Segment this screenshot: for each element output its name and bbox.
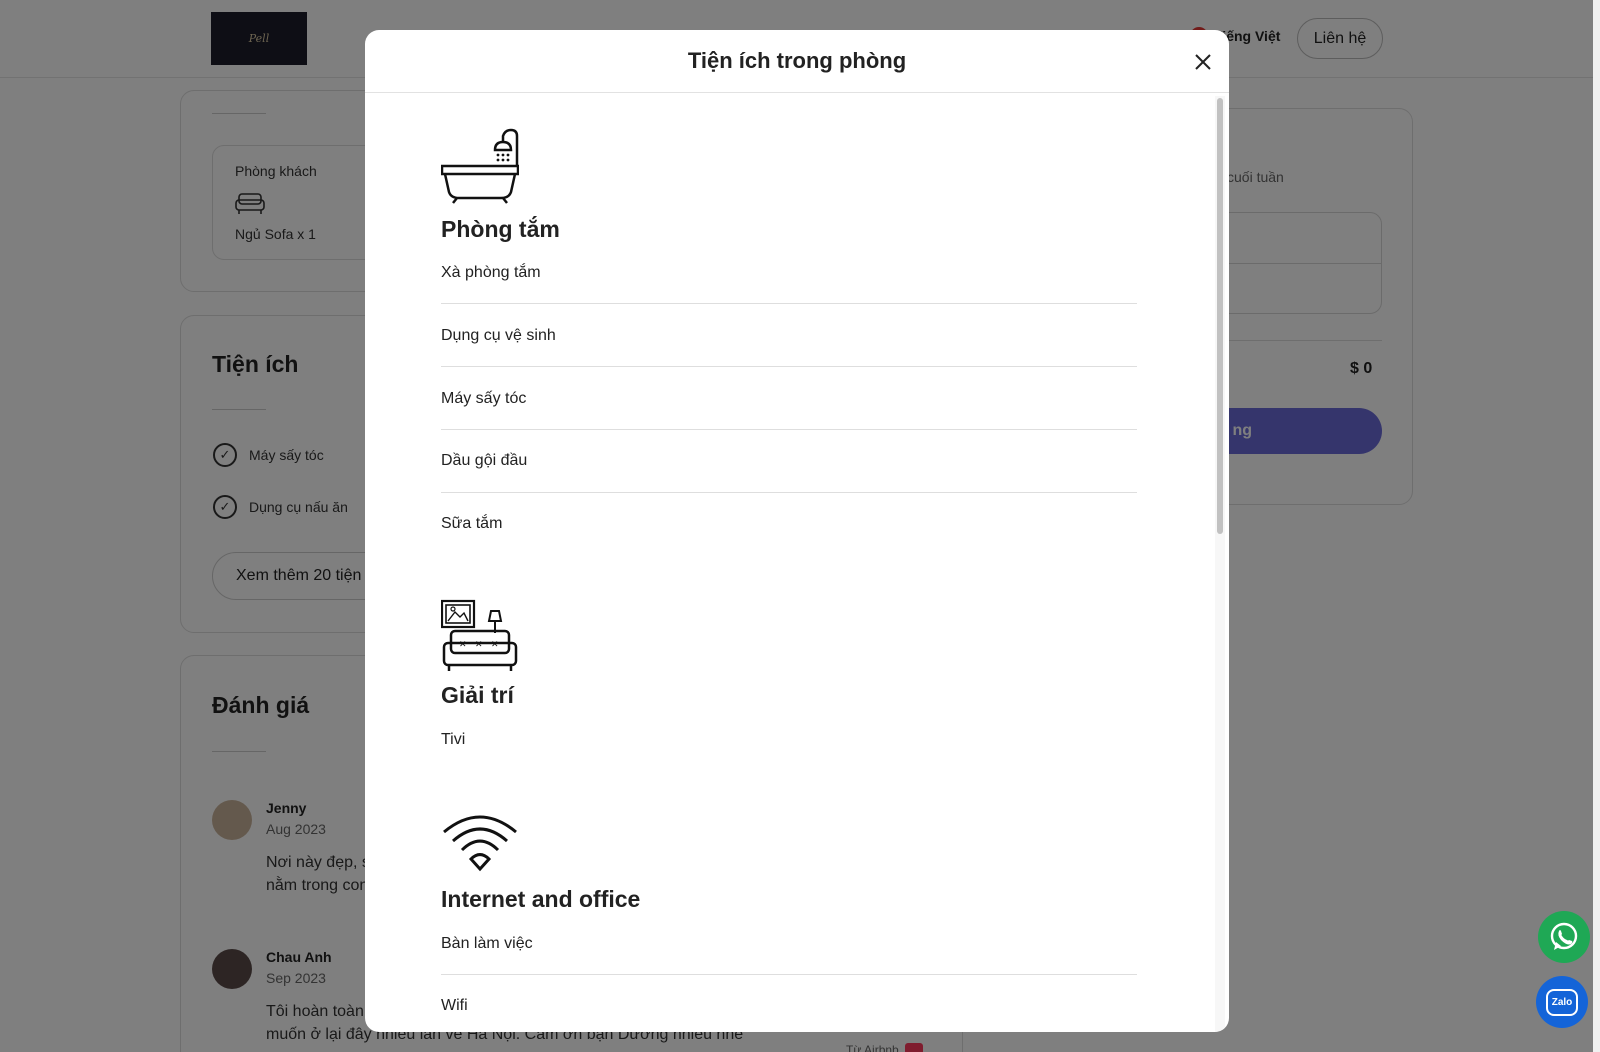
- amenity-list-item: Dầu gội đầu: [441, 452, 528, 469]
- living-room-icon: ✕ ✕ ✕: [441, 599, 518, 671]
- svg-text:✕: ✕: [475, 640, 483, 650]
- amenity-list-item: Sữa tắm: [441, 515, 503, 532]
- modal-title: Tiện ích trong phòng: [687, 48, 907, 73]
- list-divider: [441, 303, 1137, 304]
- modal-body[interactable]: Phòng tắm Xà phòng tắm Dụng cụ vệ sinh M…: [365, 94, 1229, 1032]
- svg-text:✕: ✕: [491, 640, 499, 650]
- modal-header: Tiện ích trong phòng: [365, 30, 1229, 93]
- whatsapp-button[interactable]: [1538, 911, 1590, 963]
- amenity-list-item: Bàn làm việc: [441, 935, 533, 952]
- amenity-list-item: Máy sấy tóc: [441, 390, 527, 407]
- wifi-icon: [443, 815, 517, 872]
- modal-scrollbar-thumb[interactable]: [1217, 98, 1223, 534]
- category-title-entertainment: Giải trí: [441, 682, 514, 708]
- whatsapp-icon: [1550, 922, 1578, 950]
- amenity-list-item: Xà phòng tắm: [441, 264, 541, 281]
- zalo-icon: Zalo: [1545, 988, 1579, 1016]
- amenity-list-item: Wifi: [441, 997, 468, 1014]
- close-icon[interactable]: [1191, 50, 1215, 74]
- amenity-list-item: Tivi: [441, 731, 466, 748]
- list-divider: [441, 974, 1137, 975]
- amenity-list-item: Dụng cụ vệ sinh: [441, 327, 556, 344]
- bathtub-icon: [441, 128, 519, 204]
- zalo-button[interactable]: Zalo: [1536, 976, 1588, 1028]
- category-title-internet-office: Internet and office: [441, 886, 641, 912]
- amenities-modal: Tiện ích trong phòng Phòng tắm Xà phòng …: [365, 30, 1229, 1032]
- category-title-bathroom: Phòng tắm: [441, 216, 560, 242]
- list-divider: [441, 492, 1137, 493]
- list-divider: [441, 429, 1137, 430]
- page-scrollbar[interactable]: [1593, 0, 1600, 1052]
- list-divider: [441, 366, 1137, 367]
- svg-text:✕: ✕: [459, 640, 467, 650]
